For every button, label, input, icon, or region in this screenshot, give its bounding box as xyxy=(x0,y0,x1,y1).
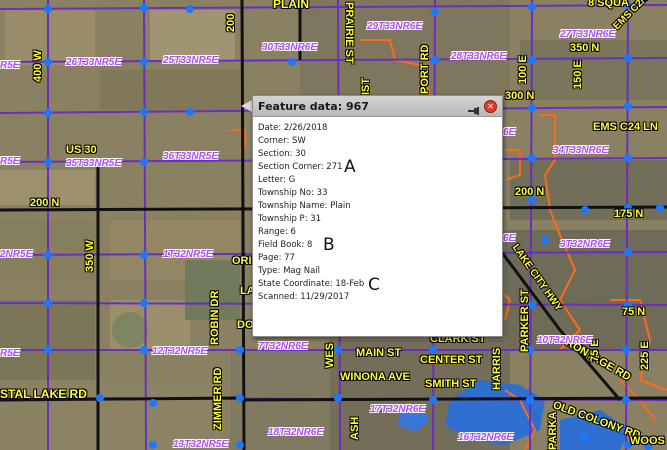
section-label-30t33nr6e: 30T33NR6E xyxy=(262,42,318,53)
road-label-port-rd: PORT RD xyxy=(419,44,431,95)
close-icon[interactable]: ✕ xyxy=(484,100,497,113)
road-label-center: CENTER ST xyxy=(420,354,483,366)
feature-attributes: Date: 2/26/2018 Corner: SW Section: 30 S… xyxy=(258,122,364,304)
popup-title: Feature data: 967 xyxy=(258,100,369,113)
road-label-ems-c24: EMS C24 LN xyxy=(593,121,658,133)
section-label-27t33nr6e: 27T33NR6E xyxy=(560,29,616,40)
road-label-200w: 200 xyxy=(225,13,237,32)
section-label-18t32nr6e: 18T32NR6E xyxy=(268,427,324,438)
section-label-6e: 6E xyxy=(503,127,516,138)
section-label-36t33nr5e: 36T33NR5E xyxy=(163,151,219,162)
road-label-main: MAIN ST xyxy=(356,347,402,359)
road-label-150e: 150 E xyxy=(572,60,584,89)
annotation-b: B xyxy=(323,235,335,255)
popup-header[interactable]: Feature data: 967 ✕ xyxy=(253,96,502,117)
road-label-ash: ASH xyxy=(349,416,361,440)
section-label-nr5e-lower: R5E xyxy=(0,348,20,359)
section-label-17t32nr6e: 17T32NR6E xyxy=(370,404,426,415)
attr-range: Range: 6 xyxy=(258,227,296,237)
road-label-parka: PARKA xyxy=(547,411,559,450)
section-label-2nr5e: 2NR5E xyxy=(0,249,33,260)
road-label-400w: 400 W xyxy=(32,50,44,82)
road-label-harris: HARRIS xyxy=(491,347,503,390)
section-label-3t32nr6e: 3T32NR6E xyxy=(560,239,610,250)
section-label-nr5e-left: R5E xyxy=(0,156,20,167)
section-label-r5e: R5E xyxy=(0,60,20,71)
pin-icon[interactable] xyxy=(468,101,480,115)
section-label-26t33nr5e: 26T33NR5E xyxy=(66,57,122,68)
road-label-ori: ORI xyxy=(232,255,252,267)
attr-date: Date: 2/26/2018 xyxy=(258,123,328,133)
section-label-1t32nr5e: 1T32NR5E xyxy=(163,249,213,260)
section-label-16t32nr6e: 16T32NR6E xyxy=(458,432,514,443)
section-label-13t32nr5e: 13T32NR5E xyxy=(173,439,229,450)
road-label-8-squa: 8 SQUA xyxy=(588,0,629,9)
section-label-7t32nr6e: 7T32NR6E xyxy=(258,341,308,352)
road-label-prairie: PRAIRIE ST xyxy=(343,2,355,64)
attr-state-coordinate: State Coordinate: 18-Feb xyxy=(258,279,365,289)
road-label-175n: 175 N xyxy=(614,208,644,220)
section-label-28t33nr6e: 28T33NR6E xyxy=(451,51,507,62)
annotation-a: A xyxy=(344,157,356,177)
attr-corner: Corner: SW xyxy=(258,136,306,146)
section-label-35t33nr5e: 35T33NR5E xyxy=(66,158,122,169)
attr-township-p: Township P: 31 xyxy=(258,214,322,224)
road-label-350w: 350 W xyxy=(84,240,96,272)
road-label-wes: WES xyxy=(324,342,336,368)
attr-township-name: Township Name: Plain xyxy=(258,201,351,211)
road-label-plain: PLAIN xyxy=(273,0,309,11)
road-label-crystal-lake: STAL LAKE RD xyxy=(0,387,87,401)
road-label-woos: WOOS xyxy=(630,435,665,447)
section-label-29t33nr6e: 29T33NR6E xyxy=(367,21,423,32)
road-label-parker: PARKER ST xyxy=(519,289,531,352)
road-label-350n: 350 N xyxy=(570,42,600,54)
feature-data-popup[interactable]: Feature data: 967 ✕ Date: 2/26/2018 Corn… xyxy=(252,95,503,337)
road-label-us30: US 30 xyxy=(66,144,97,156)
road-label-100e: 100 E xyxy=(517,55,529,84)
road-label-6e: 6E xyxy=(503,233,516,244)
annotation-c: C xyxy=(368,275,380,295)
section-label-25t33nr5e: 25T33NR5E xyxy=(163,55,219,66)
section-label-34t33nr6e: 34T33NR6E xyxy=(553,145,609,156)
attr-field-book: Field Book: 8 xyxy=(258,240,313,250)
popup-pointer xyxy=(241,100,252,112)
attr-scanned: Scanned: 11/29/2017 xyxy=(258,292,350,302)
road-label-225e: 225 E xyxy=(639,341,651,370)
road-label-zimmer: ZIMMER RD xyxy=(212,367,224,430)
road-label-200n-left: 200 N xyxy=(30,197,60,209)
attr-page: Page: 77 xyxy=(258,253,295,263)
road-label-75n: 75 N xyxy=(622,306,646,318)
road-label-robin: ROBIN DR xyxy=(209,290,221,345)
attr-type: Type: Mag Nail xyxy=(258,266,321,276)
section-label-10t32nr6e: 10T32NR6E xyxy=(537,335,593,346)
road-label-ist: IST xyxy=(360,77,372,95)
road-label-200n-right: 200 N xyxy=(515,186,545,198)
section-label-12t32nr5e: 12T32NR5E xyxy=(152,346,208,357)
road-label-smith: SMITH ST xyxy=(425,378,477,390)
road-label-winona: WINONA AVE xyxy=(340,371,410,383)
road-label-300n: 300 N xyxy=(505,90,535,102)
attr-township-no: Township No: 33 xyxy=(258,188,328,198)
